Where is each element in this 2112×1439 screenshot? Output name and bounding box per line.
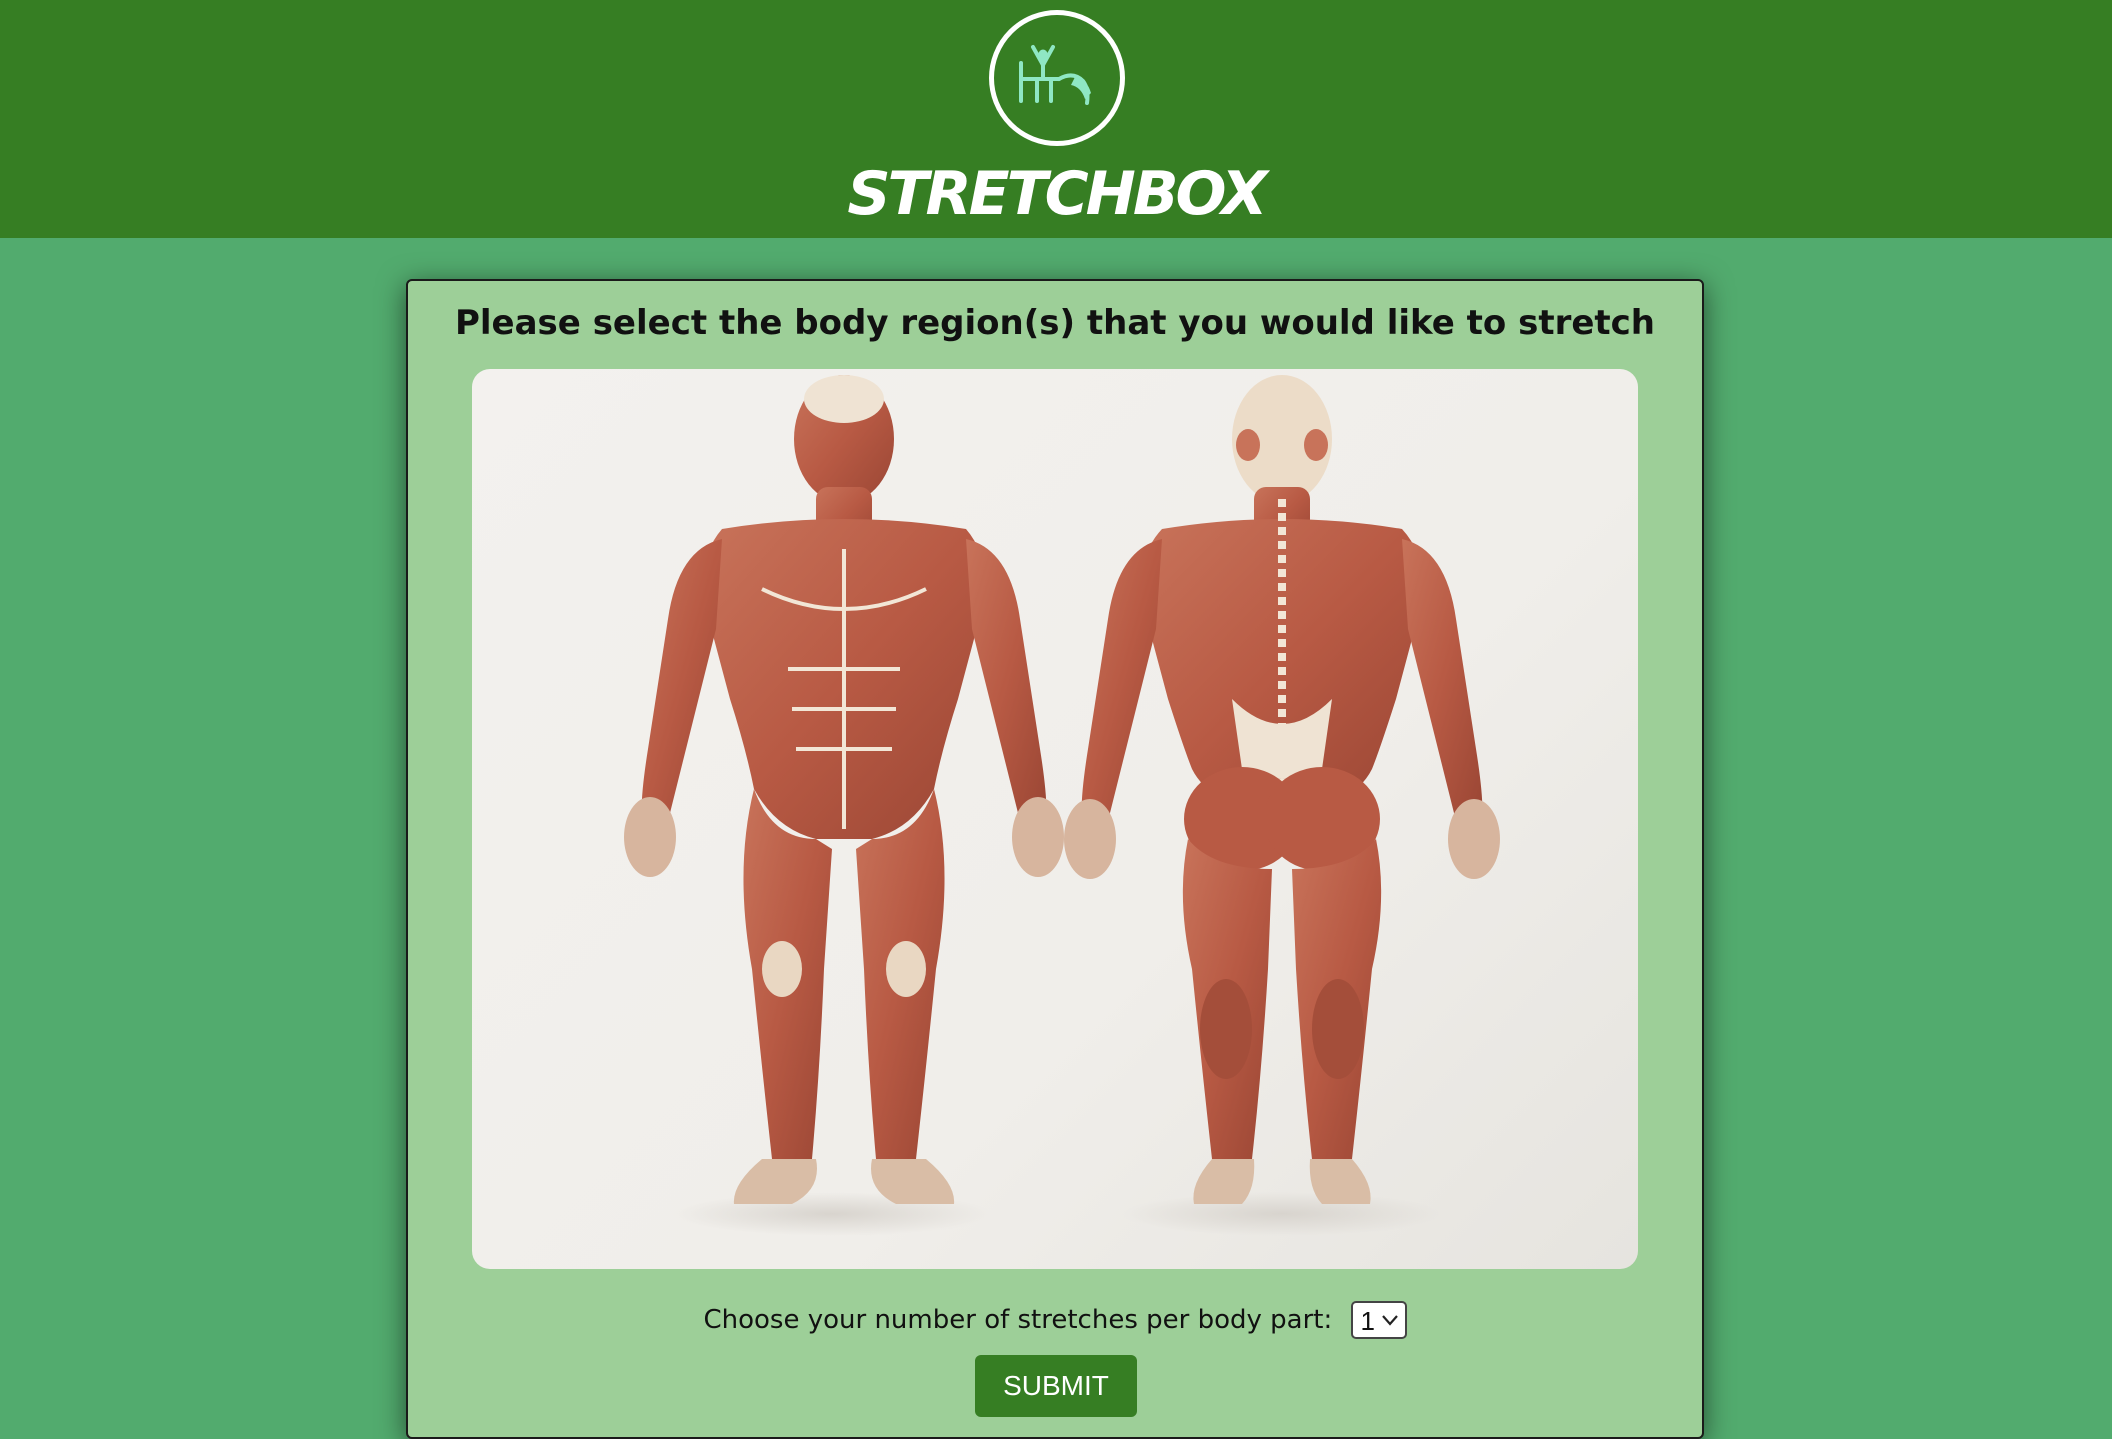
site-header: STRETCHBOX xyxy=(0,0,2112,238)
stretch-count-row: Choose your number of stretches per body… xyxy=(408,1301,1702,1339)
submit-button[interactable]: SUBMIT xyxy=(975,1355,1137,1417)
back-body-figure[interactable] xyxy=(1064,375,1500,1236)
muscle-anatomy-illustration xyxy=(624,375,1500,1236)
logo[interactable] xyxy=(989,10,1125,146)
chevron-down-icon xyxy=(1381,1315,1398,1326)
stretch-count-select[interactable]: 1 xyxy=(1350,1301,1407,1339)
stretching-person-icon xyxy=(1019,45,1091,105)
region-select-card: Please select the body region(s) that yo… xyxy=(406,279,1704,1439)
front-body-figure[interactable] xyxy=(624,375,1064,1236)
stretch-count-value: 1 xyxy=(1360,1306,1375,1336)
brand-title: STRETCHBOX xyxy=(847,159,1267,229)
form-title: Please select the body region(s) that yo… xyxy=(454,303,1656,343)
stretch-count-label: Choose your number of stretches per body… xyxy=(703,1305,1333,1335)
body-region-map[interactable] xyxy=(472,369,1638,1269)
